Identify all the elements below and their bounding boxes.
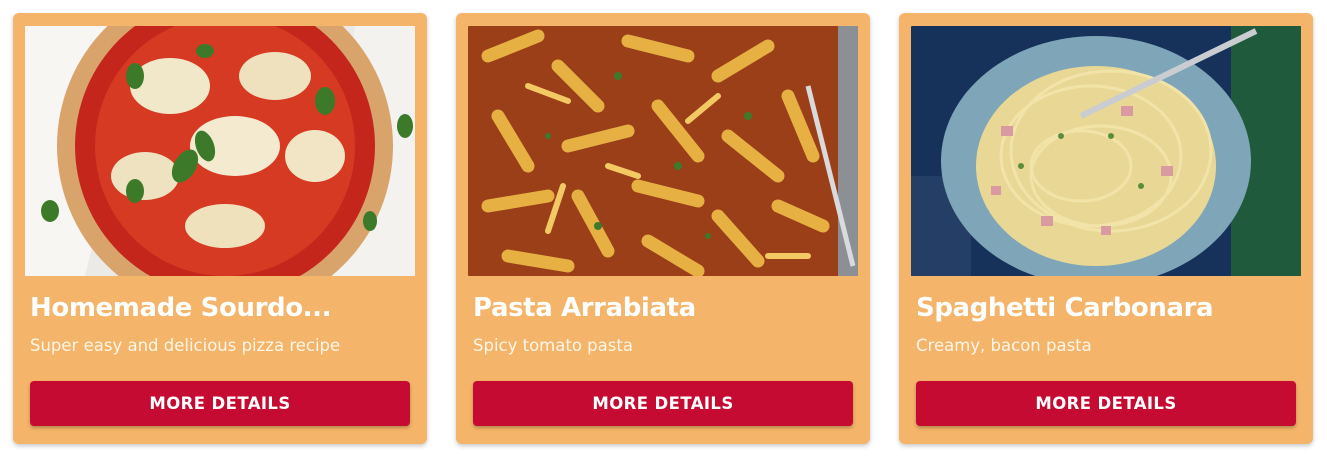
penne-photo	[468, 26, 858, 276]
recipe-card: Spaghetti Carbonara Creamy, bacon pasta …	[899, 13, 1313, 444]
more-details-button[interactable]: MORE DETAILS	[473, 381, 853, 426]
card-title: Homemade Sourdo...	[30, 293, 332, 323]
card-description: Creamy, bacon pasta	[916, 336, 1092, 355]
card-title: Spaghetti Carbonara	[916, 293, 1214, 323]
recipe-card: Homemade Sourdo... Super easy and delici…	[13, 13, 427, 444]
more-details-button[interactable]: MORE DETAILS	[30, 381, 410, 426]
carbonara-photo	[911, 26, 1301, 276]
card-description: Super easy and delicious pizza recipe	[30, 336, 341, 355]
pizza-photo	[25, 26, 415, 276]
card-description: Spicy tomato pasta	[473, 336, 633, 355]
card-title: Pasta Arrabiata	[473, 293, 696, 323]
recipe-card: Pasta Arrabiata Spicy tomato pasta MORE …	[456, 13, 870, 444]
more-details-button[interactable]: MORE DETAILS	[916, 381, 1296, 426]
